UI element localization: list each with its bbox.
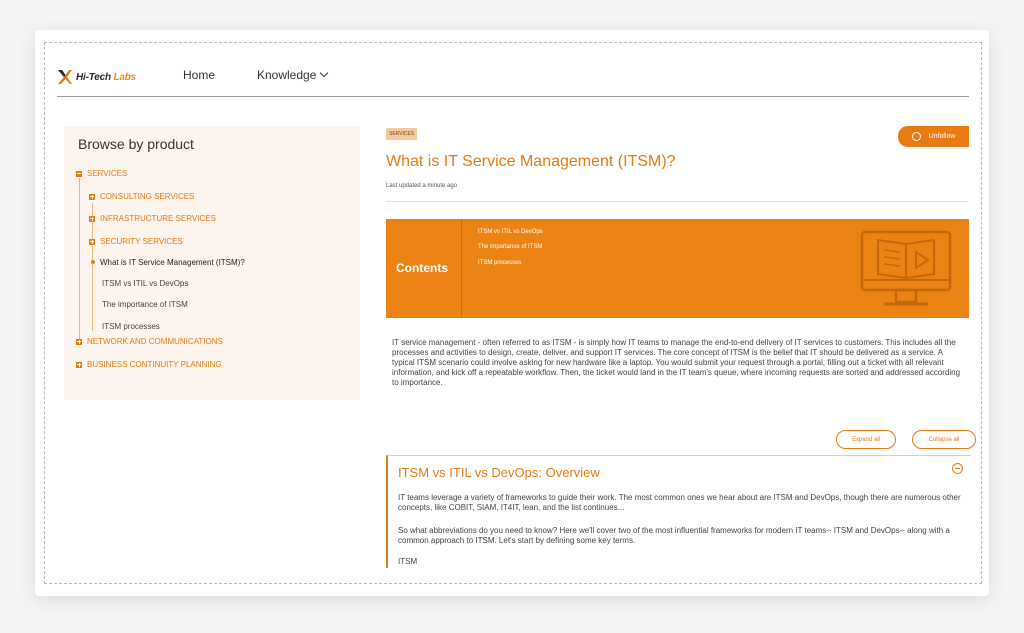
expand-icon bbox=[76, 338, 82, 345]
expand-icon bbox=[76, 361, 82, 368]
tree-item-consulting[interactable]: CONSULTING SERVICES bbox=[89, 192, 194, 201]
intro-paragraph: IT service management - often referred t… bbox=[392, 338, 961, 387]
tree-item-sub3[interactable]: ITSM processes bbox=[102, 322, 160, 331]
last-updated: Last updated a minute ago bbox=[386, 183, 458, 189]
expand-icon bbox=[89, 193, 95, 200]
collapse-icon bbox=[76, 170, 82, 177]
tree-item-sub1[interactable]: ITSM vs ITIL vs DevOps bbox=[102, 279, 188, 288]
accordion-section: ITSM vs ITIL vs DevOps: Overview IT team… bbox=[386, 455, 971, 568]
category-tag[interactable]: SERVICES bbox=[386, 128, 418, 140]
nav-home[interactable]: Home bbox=[183, 68, 215, 82]
book-monitor-icon bbox=[860, 230, 952, 306]
top-nav: Hi-Tech Labs Home Knowledge bbox=[57, 66, 969, 96]
expand-icon bbox=[89, 238, 95, 245]
nav-knowledge[interactable]: Knowledge bbox=[257, 68, 329, 82]
section-paragraph: So what abbreviations do you need to kno… bbox=[398, 526, 950, 545]
sidebar: Browse by product SERVICES CONSULTING SE… bbox=[64, 126, 360, 400]
contents-divider bbox=[461, 219, 462, 318]
brand-name: Hi-Tech Labs bbox=[76, 71, 137, 83]
heart-icon bbox=[911, 132, 921, 141]
tree-item-security[interactable]: SECURITY SERVICES bbox=[89, 237, 183, 246]
tree-item-bcp[interactable]: BUSINESS CONTINUITY PLANNING bbox=[76, 360, 222, 369]
bullet-icon bbox=[91, 260, 95, 264]
tree-item-sub2[interactable]: The importance of ITSM bbox=[102, 300, 188, 309]
article-title: What is IT Service Management (ITSM)? bbox=[386, 153, 676, 170]
tree-item-network[interactable]: NETWORK AND COMMUNICATIONS bbox=[76, 337, 223, 346]
divider bbox=[386, 201, 969, 202]
contents-panel: Contents ITSM vs ITIL vs DevOps The impo… bbox=[386, 219, 969, 318]
contents-label: Contents bbox=[396, 261, 448, 275]
expand-icon bbox=[89, 215, 95, 222]
tree-item-active-article[interactable]: What is IT Service Management (ITSM)? bbox=[100, 258, 245, 267]
collapse-all-button[interactable]: Collapse all bbox=[912, 430, 976, 449]
section-paragraph: IT teams leverage a variety of framework… bbox=[398, 493, 961, 512]
section-paragraph: ITSM bbox=[398, 557, 418, 566]
contents-link[interactable]: ITSM vs ITIL vs DevOps bbox=[478, 229, 543, 235]
logo-icon bbox=[58, 70, 72, 84]
sidebar-title: Browse by product bbox=[78, 136, 194, 152]
nav-divider bbox=[57, 96, 969, 97]
tree-item-infrastructure[interactable]: INFRASTRUCTURE SERVICES bbox=[89, 214, 216, 223]
chevron-down-icon bbox=[320, 68, 329, 78]
unfollow-button[interactable]: Unfollow bbox=[898, 126, 969, 147]
tree-item-services[interactable]: SERVICES bbox=[76, 169, 127, 178]
tree-connector bbox=[79, 178, 80, 340]
expand-all-button[interactable]: Expand all bbox=[836, 430, 896, 449]
contents-link[interactable]: ITSM processes bbox=[478, 260, 521, 266]
contents-link[interactable]: The importance of ITSM bbox=[478, 244, 542, 250]
collapse-circle-icon[interactable] bbox=[952, 463, 963, 474]
brand-logo[interactable]: Hi-Tech Labs bbox=[57, 66, 136, 88]
section-title[interactable]: ITSM vs ITIL vs DevOps: Overview bbox=[398, 465, 600, 480]
